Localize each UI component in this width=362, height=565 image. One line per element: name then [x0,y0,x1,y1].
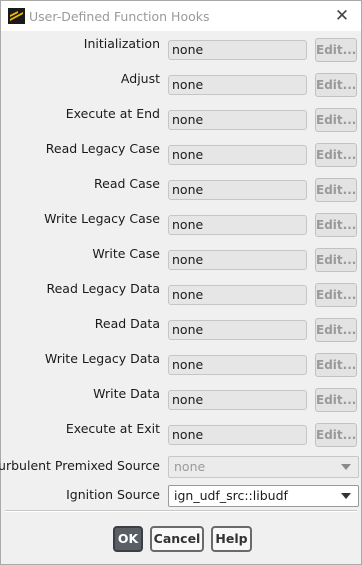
hook-row-read-data: Read Data none Edit... [1,316,361,342]
hook-value-field: none [168,110,307,130]
hook-row-write-legacy-case: Write Legacy Case none Edit... [1,211,361,237]
help-button[interactable]: Help [211,526,252,552]
hook-label: Write Case [92,246,160,261]
turbulent-premixed-source-row: Turbulent Premixed Source none [0,456,361,478]
hook-row-execute-at-exit: Execute at Exit none Edit... [1,421,361,447]
hook-row-read-case: Read Case none Edit... [1,176,361,202]
edit-button[interactable]: Edit... [315,73,357,97]
hook-label: Execute at End [65,106,160,121]
hook-label: Write Legacy Data [44,351,160,366]
edit-button[interactable]: Edit... [315,423,357,447]
ignition-source-dropdown[interactable]: ign_udf_src::libudf [168,485,359,507]
edit-button[interactable]: Edit... [315,248,357,272]
divider [5,510,357,512]
hook-row-read-legacy-data: Read Legacy Data none Edit... [1,281,361,307]
hook-value-field: none [168,40,307,60]
close-icon[interactable]: ✕ [331,5,353,27]
hook-label: Read Data [94,316,160,331]
hook-label: Read Legacy Case [45,141,160,156]
hook-value-field: none [168,215,307,235]
hook-value-field: none [168,285,307,305]
hook-row-write-legacy-data: Write Legacy Data none Edit... [1,351,361,377]
dialog-title: User-Defined Function Hooks [29,9,210,24]
ansys-fluent-icon [8,8,25,24]
edit-button[interactable]: Edit... [315,108,357,132]
hook-row-read-legacy-case: Read Legacy Case none Edit... [1,141,361,167]
hook-row-execute-at-end: Execute at End none Edit... [1,106,361,132]
hook-value-field: none [168,145,307,165]
hook-label: Write Data [93,386,160,401]
hook-value-field: none [168,425,307,445]
udf-hooks-dialog: User-Defined Function Hooks ✕ Initializa… [0,0,362,565]
hook-label: Write Legacy Case [44,211,160,226]
hook-value-field: none [168,180,307,200]
edit-button[interactable]: Edit... [315,353,357,377]
hook-value-field: none [168,355,307,375]
edit-button[interactable]: Edit... [315,143,357,167]
hook-row-write-data: Write Data none Edit... [1,386,361,412]
hook-label: Adjust [120,71,160,86]
cancel-button[interactable]: Cancel [150,526,204,552]
edit-button[interactable]: Edit... [315,283,357,307]
edit-button[interactable]: Edit... [315,213,357,237]
ignition-source-label: Ignition Source [66,487,160,502]
hook-value-field: none [168,390,307,410]
hook-row-write-case: Write Case none Edit... [1,246,361,272]
turbulent-premixed-source-label: Turbulent Premixed Source [0,458,160,473]
title-bar[interactable]: User-Defined Function Hooks ✕ [1,1,361,31]
turbulent-premixed-source-value: none [174,459,206,474]
ok-button[interactable]: OK [113,526,143,552]
turbulent-premixed-source-dropdown[interactable]: none [168,456,359,478]
chevron-down-icon [341,493,351,499]
chevron-down-icon [341,464,351,470]
hook-label: Initialization [83,36,160,51]
hook-row-adjust: Adjust none Edit... [1,71,361,97]
hook-value-field: none [168,75,307,95]
ignition-source-value: ign_udf_src::libudf [174,488,288,503]
hook-label: Read Legacy Data [46,281,160,296]
edit-button[interactable]: Edit... [315,318,357,342]
edit-button[interactable]: Edit... [315,178,357,202]
edit-button[interactable]: Edit... [315,388,357,412]
hook-label: Execute at Exit [65,421,160,436]
hook-value-field: none [168,250,307,270]
edit-button[interactable]: Edit... [315,38,357,62]
hook-row-initialization: Initialization none Edit... [1,36,361,62]
ignition-source-row: Ignition Source ign_udf_src::libudf [1,485,361,507]
hook-value-field: none [168,320,307,340]
hook-label: Read Case [94,176,160,191]
